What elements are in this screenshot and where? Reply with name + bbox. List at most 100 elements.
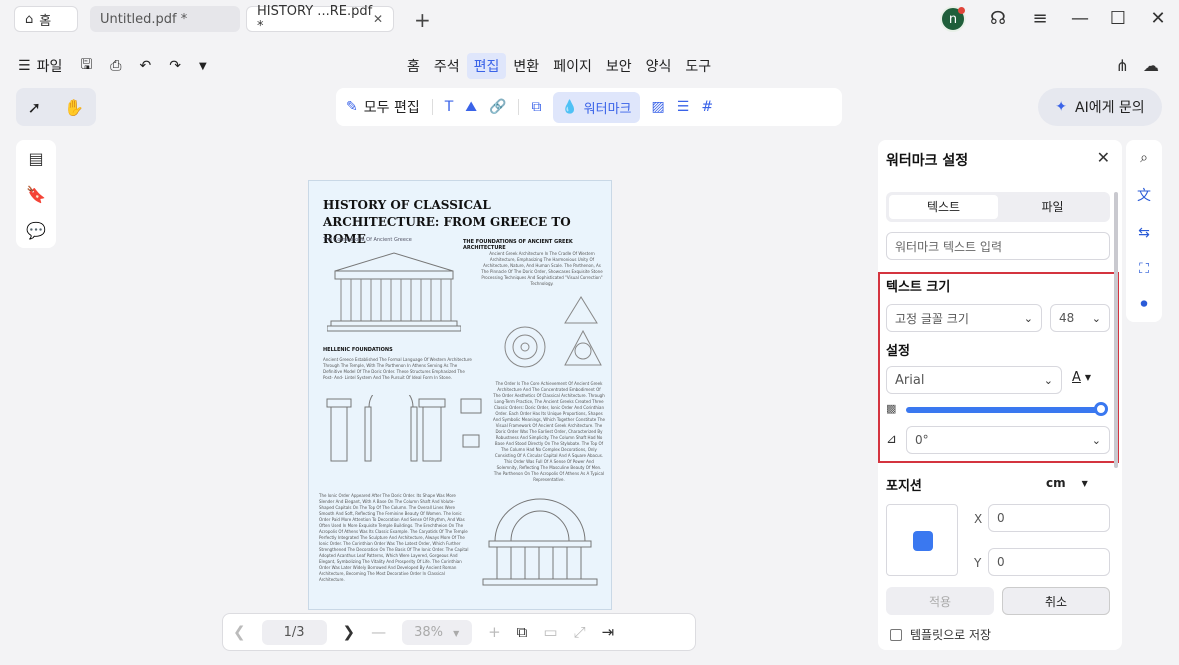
rotation-icon: ⊿: [886, 432, 897, 447]
ai-sparkle-icon: ✦: [1055, 99, 1068, 115]
dropdown-icon[interactable]: ▼: [199, 61, 207, 72]
comments-icon[interactable]: 💬: [26, 221, 46, 240]
home-icon: ⌂: [25, 11, 34, 27]
header-footer-icon[interactable]: ☰: [677, 99, 690, 115]
divider: [431, 99, 433, 115]
main-menus: 홈 주석 편집 변환 페이지 보안 양식 도구: [400, 53, 718, 79]
zoom-select[interactable]: 38% ▼: [402, 619, 473, 645]
panel-scrollbar[interactable]: [1114, 192, 1118, 468]
next-page-icon[interactable]: ❯: [343, 623, 356, 641]
headset-icon[interactable]: ☊: [986, 8, 1010, 29]
cancel-button[interactable]: 취소: [1002, 587, 1110, 615]
tab-untitled[interactable]: Untitled.pdf *: [90, 6, 240, 32]
thumbnails-icon[interactable]: ▤: [28, 149, 43, 168]
hamburger-icon: ☰: [18, 58, 31, 74]
ask-ai-label: AI에게 문의: [1075, 100, 1145, 116]
apply-button[interactable]: 적용: [886, 587, 994, 615]
close-icon[interactable]: ✕: [1097, 148, 1110, 167]
save-icon[interactable]: 🖫: [80, 54, 92, 78]
settings-label: 설정: [886, 344, 910, 359]
unit-select[interactable]: cm ▼: [1046, 476, 1088, 490]
cloud-upload-icon[interactable]: ☁: [1143, 56, 1159, 75]
text-color-button[interactable]: A ▼: [1072, 370, 1091, 385]
edit-all-icon: ✎: [346, 99, 358, 115]
translate-icon[interactable]: 文: [1137, 185, 1151, 205]
file-menu-label: 파일: [36, 59, 63, 75]
redo-icon[interactable]: ↷: [169, 58, 181, 74]
menu-tools[interactable]: 도구: [678, 53, 718, 79]
font-family-select[interactable]: Arial ⌄: [886, 366, 1062, 394]
x-input[interactable]: 0: [988, 504, 1110, 532]
document-page: HISTORY OF CLASSICAL ARCHITECTURE: FROM …: [308, 180, 612, 610]
window-close-icon[interactable]: ✕: [1146, 8, 1170, 29]
zoom-in-icon[interactable]: +: [488, 623, 501, 641]
position-marker: [913, 531, 933, 551]
maximize-icon[interactable]: ☐: [1106, 8, 1130, 29]
edit-toolbar: ✎ 모두 편집 T ⛰ 🔗 ⧉ 💧 워터마크 ▨ ☰ #: [336, 88, 842, 126]
chevron-down-icon: ⌄: [1043, 373, 1053, 387]
save-template-checkbox[interactable]: 템플릿으로 저장: [890, 626, 991, 643]
collapse-icon[interactable]: ⇥: [602, 623, 615, 641]
position-grid[interactable]: [886, 504, 958, 576]
rotation-select[interactable]: 0° ⌄: [906, 426, 1110, 454]
hand-icon[interactable]: ✋: [64, 98, 84, 117]
add-image-icon[interactable]: ⛰: [465, 99, 477, 115]
section-heading: HELLENIC FOUNDATIONS: [323, 347, 393, 353]
add-text-icon[interactable]: T: [445, 99, 454, 115]
avatar[interactable]: n: [940, 6, 966, 32]
tab-history[interactable]: HISTORY ...RE.pdf * ✕: [246, 4, 394, 34]
watermark-text-input[interactable]: 워터마크 텍스트 입력: [886, 232, 1110, 260]
title-bar: ⌂ 홈 Untitled.pdf * HISTORY ...RE.pdf * ✕…: [0, 0, 1179, 40]
close-icon[interactable]: ✕: [373, 12, 383, 26]
search-icon[interactable]: ⌕: [1140, 150, 1148, 166]
ask-ai-button[interactable]: ✦ AI에게 문의: [1038, 88, 1162, 126]
menu-icon[interactable]: ≡: [1028, 8, 1052, 29]
zoom-out-icon[interactable]: —: [371, 623, 386, 641]
edit-all-button[interactable]: ✎ 모두 편집: [346, 97, 420, 117]
view-mode-icon[interactable]: ⧉: [517, 623, 528, 641]
link-icon[interactable]: 🔗: [489, 99, 506, 115]
new-tab-icon[interactable]: +: [414, 8, 431, 32]
crop-icon[interactable]: ⧉: [531, 99, 541, 115]
right-toolbar: ⌕ 文 ⇆ ⛶ ⏺: [1126, 140, 1162, 322]
bates-number-icon[interactable]: #: [701, 99, 713, 115]
menu-form[interactable]: 양식: [639, 53, 679, 79]
menu-home[interactable]: 홈: [400, 53, 427, 79]
opacity-slider-handle[interactable]: [1094, 402, 1108, 416]
page-indicator[interactable]: 1/3: [261, 619, 327, 645]
opacity-slider[interactable]: [906, 407, 1102, 413]
font-size-select[interactable]: 48 ⌄: [1050, 304, 1110, 332]
tab-file[interactable]: 파일: [998, 195, 1107, 219]
chevron-down-icon: ⌄: [1091, 311, 1101, 325]
menu-page[interactable]: 페이지: [546, 53, 599, 79]
scan-icon[interactable]: ⛶: [1139, 261, 1149, 277]
y-input[interactable]: 0: [988, 548, 1110, 576]
bookmark-icon[interactable]: 🔖: [26, 185, 46, 204]
text-size-label: 텍스트 크기: [886, 280, 951, 295]
watermark-button[interactable]: 💧 워터마크: [553, 91, 640, 123]
panel-title: 워터마크 설정: [886, 153, 969, 169]
compare-icon[interactable]: ⇆: [1138, 225, 1150, 241]
tab-text[interactable]: 텍스트: [889, 195, 998, 219]
divider: [518, 99, 520, 115]
print-icon[interactable]: ⎙: [110, 58, 121, 74]
menu-edit[interactable]: 편집: [466, 53, 507, 79]
chevron-down-icon: ⌄: [1023, 311, 1033, 325]
fullscreen-icon[interactable]: ⤢: [574, 623, 586, 641]
record-icon[interactable]: ⏺: [1141, 296, 1148, 312]
share-icon[interactable]: ⋔: [1116, 56, 1129, 75]
file-menu[interactable]: ☰ 파일: [18, 56, 62, 76]
menu-convert[interactable]: 변환: [506, 53, 546, 79]
background-icon[interactable]: ▨: [652, 99, 665, 115]
select-cursor-icon[interactable]: ➚: [28, 98, 41, 117]
home-tab[interactable]: ⌂ 홈: [14, 6, 78, 32]
page-fit-icon[interactable]: ▭: [543, 623, 557, 641]
size-mode-select[interactable]: 고정 글꼴 크기 ⌄: [886, 304, 1042, 332]
y-label: Y: [974, 556, 982, 570]
menu-security[interactable]: 보안: [599, 53, 639, 79]
minimize-icon[interactable]: —: [1068, 8, 1092, 29]
undo-icon[interactable]: ↶: [139, 58, 151, 74]
menu-comment[interactable]: 주석: [427, 53, 467, 79]
section-text: Ancient Greece Established The Formal La…: [323, 357, 472, 380]
prev-page-icon[interactable]: ❮: [233, 623, 246, 641]
